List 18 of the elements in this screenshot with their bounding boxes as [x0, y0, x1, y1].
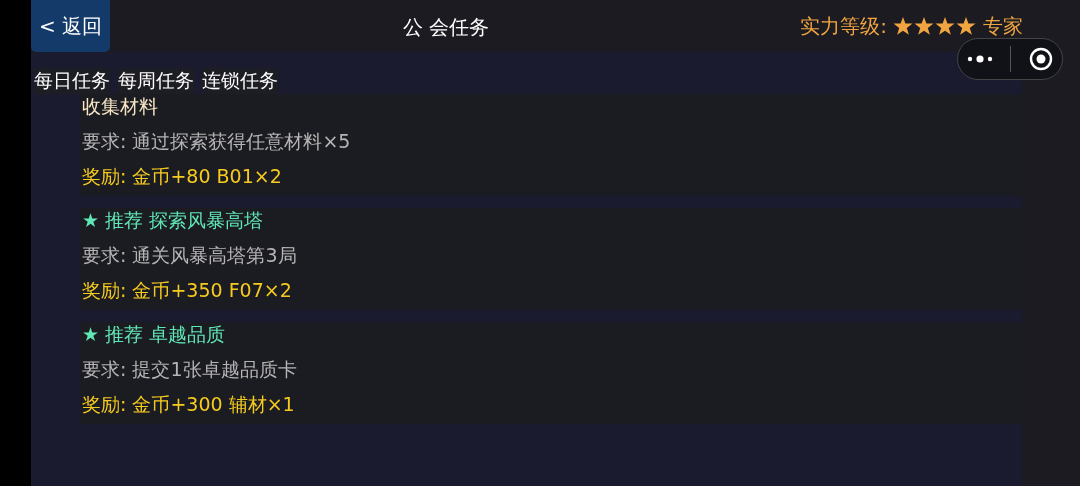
task-tab[interactable]: 每日任务	[34, 68, 110, 94]
task-requirement: 要求: 提交1张卓越品质卡	[82, 357, 298, 382]
task-requirement: 要求: 通过探索获得任意材料×5	[82, 129, 352, 154]
task-reward: 奖励: 金币+300 辅材×1	[82, 392, 296, 417]
more-icon[interactable]	[966, 54, 993, 64]
task-tab[interactable]: 每周任务	[118, 68, 194, 94]
task-title: ★ 推荐 卓越品质	[82, 322, 227, 347]
page-title: 公 会任务	[403, 14, 490, 41]
rank-name: 专家	[983, 12, 1023, 40]
task-reward: 奖励: 金币+80 B01×2	[82, 164, 283, 189]
task-tab[interactable]: 连锁任务	[202, 68, 278, 94]
task-title: ★ 推荐 探索风暴高塔	[82, 208, 265, 233]
rank-label: 实力等级:	[800, 12, 887, 40]
close-icon[interactable]	[1029, 47, 1054, 71]
task-title: 收集材料	[82, 94, 159, 119]
task-requirement: 要求: 通关风暴高塔第3局	[82, 243, 298, 268]
back-button[interactable]: < 返回	[31, 0, 110, 52]
task-reward: 奖励: 金币+350 F07×2	[82, 278, 293, 303]
